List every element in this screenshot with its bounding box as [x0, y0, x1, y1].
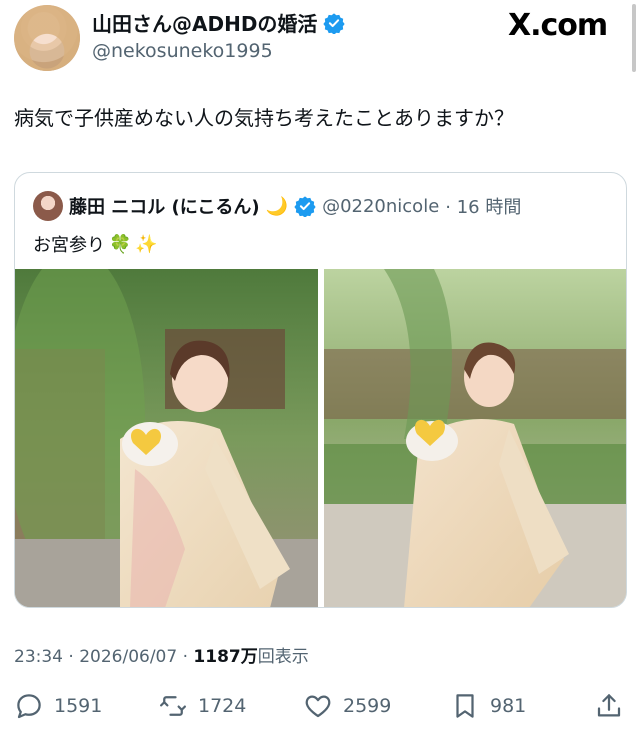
quoted-tweet-time: · 16 時間: [445, 197, 522, 218]
quoted-photo-2[interactable]: [324, 269, 626, 607]
quoted-author-handle[interactable]: @0220nicole: [322, 196, 439, 217]
view-count: 1187万: [193, 647, 258, 667]
verified-badge-icon: [294, 196, 316, 217]
author-name-row: 山田さん@ADHDの婚活: [92, 8, 346, 37]
quoted-tweet-text: お宮参り 🍀 ✨: [33, 231, 158, 257]
view-count-label: 回表示: [257, 647, 309, 667]
reply-count: 1591: [54, 695, 103, 717]
quoted-author-avatar[interactable]: [33, 191, 63, 221]
like-icon: [305, 695, 331, 718]
scrollbar[interactable]: [632, 4, 636, 72]
quoted-tweet-header: 藤田 ニコル (にこるん) 🌙 @0220nicole · 16 時間: [33, 191, 521, 221]
quoted-author-name[interactable]: 藤田 ニコル (にこるん): [69, 193, 260, 219]
quoted-tweet-text-body: お宮参り: [33, 235, 105, 256]
repost-count: 1724: [198, 695, 247, 717]
reply-button[interactable]: 1591: [14, 686, 102, 726]
tweet-text: 病気で子供産めない人の気持ち考えたことありますか？: [14, 106, 514, 130]
x-logo: X.com: [508, 8, 608, 43]
author-display-name[interactable]: 山田さん@ADHDの婚活: [92, 8, 317, 37]
verified-badge-icon: [323, 12, 346, 34]
tweet-meta: 23:34 · 2026/06/07 · 1187万回表示: [14, 642, 309, 667]
repost-icon: [160, 696, 186, 716]
quoted-tweet[interactable]: 藤田 ニコル (にこるん) 🌙 @0220nicole · 16 時間 お宮参り…: [14, 172, 627, 608]
author-avatar[interactable]: [14, 5, 80, 71]
quoted-photo-1[interactable]: [15, 269, 318, 607]
tweet-header: 山田さん@ADHDの婚活 @nekosuneko1995 X.com: [0, 0, 640, 80]
clover-emoji: 🍀: [109, 233, 132, 255]
sparkles-emoji: ✨: [135, 233, 158, 255]
tweet-timestamp[interactable]: 23:34 · 2026/06/07 ·: [14, 647, 193, 667]
reply-icon: [17, 694, 41, 719]
author-handle[interactable]: @nekosuneko1995: [92, 40, 273, 62]
share-icon: [597, 694, 621, 717]
tweet-actions: 1591 1724 2599 981: [0, 686, 640, 726]
moon-emoji: 🌙: [265, 195, 289, 217]
like-count: 2599: [343, 695, 392, 717]
repost-button[interactable]: 1724: [158, 686, 246, 726]
share-button[interactable]: [594, 686, 624, 726]
bookmark-button[interactable]: 981: [450, 686, 526, 726]
bookmark-icon: [456, 694, 474, 718]
like-button[interactable]: 2599: [303, 686, 391, 726]
bookmark-count: 981: [490, 695, 527, 717]
